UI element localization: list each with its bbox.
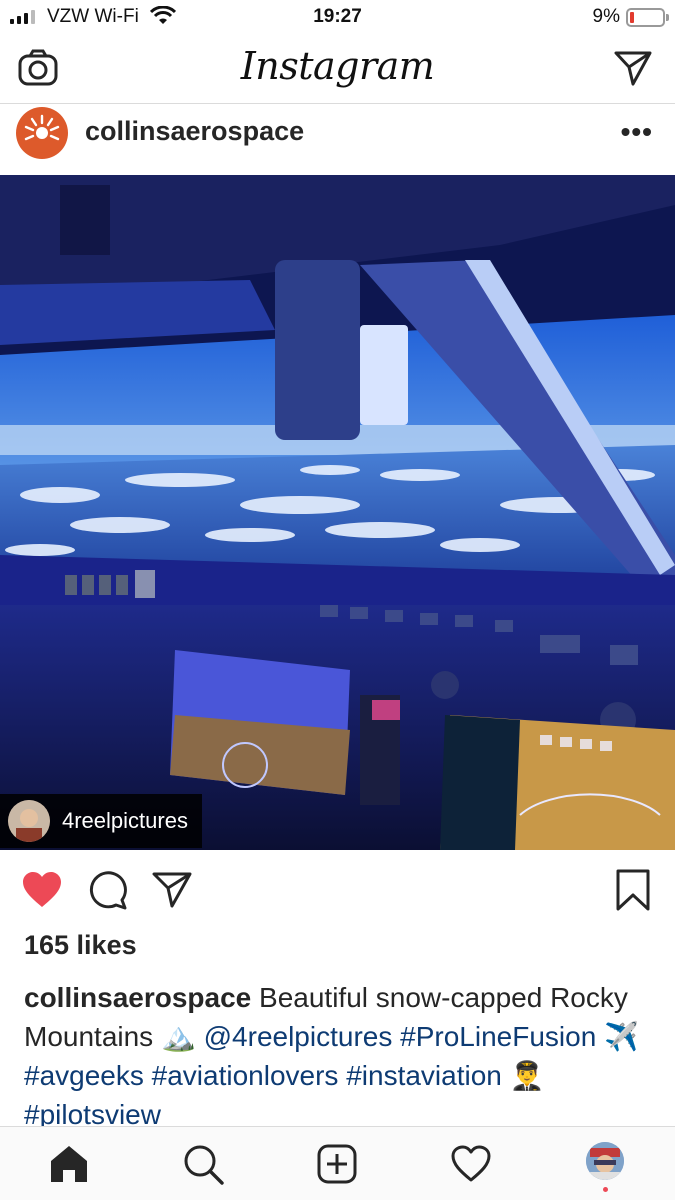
tag-avatar [8, 800, 50, 842]
direct-send-icon[interactable] [613, 48, 653, 88]
caption-mention[interactable]: @4reelpictures [204, 1021, 393, 1052]
airplane-emoji: ✈️ [604, 1021, 639, 1052]
profile-avatar[interactable] [586, 1142, 624, 1180]
hashtag-link[interactable]: #instaviation [346, 1060, 502, 1091]
post-header: collinsaerospace ••• [0, 104, 675, 175]
more-options-icon[interactable]: ••• [621, 116, 653, 148]
battery-icon [626, 8, 669, 27]
new-post-icon[interactable] [316, 1143, 358, 1185]
bookmark-icon[interactable] [611, 868, 655, 912]
like-count[interactable]: 165 likes [24, 930, 137, 961]
author-avatar[interactable] [16, 107, 68, 159]
post-actions [0, 862, 675, 918]
mountain-emoji: 🏔️ [160, 1021, 196, 1052]
post-caption: collinsaerospace Beautiful snow-capped R… [24, 978, 654, 1134]
tag-username: 4reelpictures [62, 808, 188, 833]
post-username[interactable]: collinsaerospace [85, 116, 304, 147]
activity-heart-icon[interactable] [450, 1143, 492, 1185]
photo-tag[interactable]: 4reelpictures [0, 794, 202, 848]
pilot-emoji: 👨‍✈️ [509, 1060, 545, 1091]
bottom-navigation [0, 1126, 675, 1200]
hashtag-link[interactable]: #ProLineFusion [400, 1021, 596, 1052]
instagram-logo: Instagram [240, 44, 435, 88]
home-icon[interactable] [48, 1143, 90, 1185]
search-icon[interactable] [182, 1143, 224, 1185]
status-bar: VZW Wi-Fi 19:27 9% [0, 0, 675, 34]
clock: 19:27 [313, 6, 362, 27]
caption-username[interactable]: collinsaerospace [24, 982, 251, 1013]
share-icon[interactable] [150, 868, 194, 912]
battery-percent: 9% [592, 6, 620, 27]
app-header: Instagram [0, 34, 675, 104]
hashtag-link[interactable]: #avgeeks [24, 1060, 144, 1091]
hashtag-link[interactable]: #aviationlovers [152, 1060, 339, 1091]
heart-icon[interactable] [20, 868, 64, 912]
post-photo[interactable]: 4reelpictures [0, 175, 675, 850]
comment-icon[interactable] [86, 868, 130, 912]
notification-dot [603, 1187, 608, 1192]
